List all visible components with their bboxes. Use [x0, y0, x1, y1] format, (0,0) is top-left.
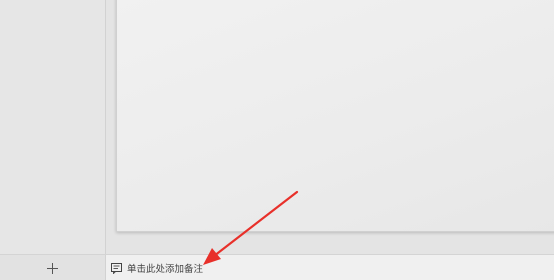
slide-edit-area [106, 0, 554, 254]
notes-area[interactable]: 单击此处添加备注 [106, 255, 554, 280]
notes-placeholder: 单击此处添加备注 [127, 264, 204, 275]
presentation-editor: 单击此处添加备注 [0, 0, 554, 280]
slide-thumbnail-pane[interactable] [0, 0, 106, 254]
add-slide-button[interactable] [0, 255, 106, 280]
slide-canvas[interactable] [116, 0, 554, 232]
bottom-bar: 单击此处添加备注 [0, 254, 554, 280]
plus-icon [47, 262, 58, 274]
note-icon [111, 262, 122, 274]
